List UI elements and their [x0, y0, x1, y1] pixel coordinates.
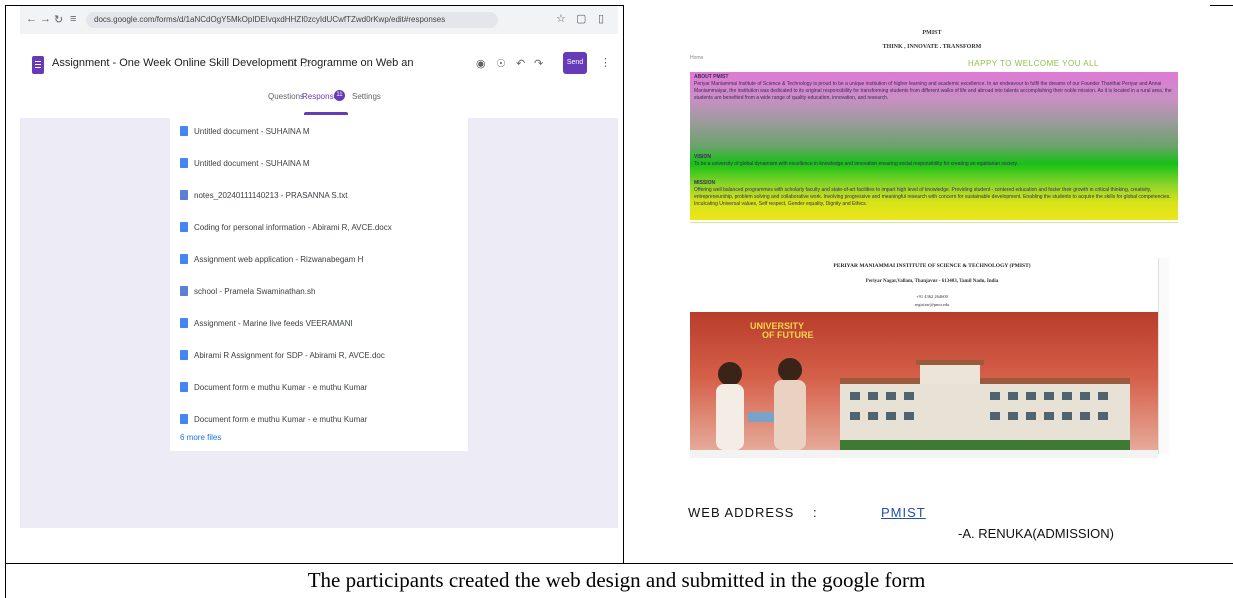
mission-section: MISSION Offering well balanced programme… — [694, 180, 1172, 208]
file-item[interactable]: Untitled document - SUHAINA M — [180, 123, 310, 139]
document-icon — [180, 126, 188, 136]
document-icon — [180, 350, 188, 360]
form-title[interactable]: Assignment - One Week Online Skill Devel… — [52, 57, 414, 69]
document-icon — [180, 382, 188, 392]
redo-icon[interactable]: ↷ — [534, 57, 543, 70]
about-section: ABOUT PMIST Periyar Maniammai Institute … — [694, 74, 1172, 102]
site-info-icon[interactable]: ≡ — [70, 13, 76, 25]
document-icon — [180, 158, 188, 168]
responses-count-badge: 11 — [334, 90, 345, 101]
more-options-icon[interactable]: ⋮ — [600, 56, 611, 69]
forward-icon[interactable]: → — [40, 13, 51, 25]
menu-icon[interactable]: ▯ — [598, 12, 604, 25]
star-outline-icon[interactable]: ☆ — [302, 57, 312, 70]
form-header: Assignment - One Week Online Skill Devel… — [20, 34, 618, 119]
scrollbar[interactable] — [1158, 258, 1169, 454]
web-address-label: WEB ADDRESS : — [688, 505, 818, 520]
palette-icon[interactable]: ◉ — [476, 57, 486, 70]
google-forms-icon — [32, 56, 44, 74]
site-name: PMIST — [922, 30, 942, 36]
section-divider — [690, 222, 1178, 223]
document-icon — [180, 414, 188, 424]
tab-questions[interactable]: Questions — [268, 92, 304, 101]
site-tagline: THINK , INNOVATE . TRANSFORM — [882, 44, 982, 50]
institute-email: registrar@pmu.edu — [914, 302, 950, 307]
folder-icon[interactable]: □ — [288, 57, 295, 69]
text-file-icon — [180, 286, 188, 296]
active-tab-indicator — [304, 112, 348, 115]
more-files-link[interactable]: 6 more files — [180, 433, 221, 442]
extensions-icon[interactable]: ▢ — [576, 12, 586, 25]
welcome-text: HAPPY TO WELCOME YOU ALL — [968, 59, 1100, 68]
about-text: Periyar Maniammai Institute of Science &… — [694, 81, 1172, 101]
mission-heading: MISSION — [694, 180, 716, 186]
browser-toolbar: ← → ↻ ≡ docs.google.com/forms/d/1aNCdOgY… — [20, 6, 618, 34]
about-heading: ABOUT PMIST — [694, 74, 729, 80]
document-icon — [180, 318, 188, 328]
mission-text: Offering well balanced programmes with s… — [694, 187, 1171, 207]
table-border-top-right — [1210, 5, 1233, 6]
vision-heading: VISION — [694, 154, 711, 160]
file-item[interactable]: Untitled document - SUHAINA M — [180, 155, 310, 171]
table-border-middle — [623, 5, 624, 563]
file-item[interactable]: Document form e muthu Kumar - e muthu Ku… — [180, 411, 367, 427]
vision-text: To be a university of global dynamism wi… — [694, 161, 1018, 167]
figure-caption: The participants created the web design … — [307, 568, 926, 592]
address-bar[interactable]: docs.google.com/forms/d/1aNCdOgY5MkOpIDE… — [86, 12, 498, 28]
preview-icon[interactable]: ☉ — [496, 57, 506, 70]
google-form-screenshot: ← → ↻ ≡ docs.google.com/forms/d/1aNCdOgY… — [20, 6, 618, 528]
reload-icon[interactable]: ↻ — [54, 13, 63, 26]
banner-logo-text: UNIVERSITY OF FUTURE — [750, 321, 814, 340]
file-item[interactable]: notes_20240111140213 - PRASANNA S.txt — [180, 187, 347, 203]
institute-name: PERIYAR MANIAMMAI INSTITUTE OF SCIENCE &… — [833, 263, 1031, 269]
file-item[interactable]: Coding for personal information - Abiram… — [180, 219, 392, 235]
institute-address: Periyar Nagar,Vallam, Thanjavur - 613403… — [865, 279, 999, 284]
file-upload-responses-card: Untitled document - SUHAINA M Untitled d… — [170, 118, 468, 451]
home-link[interactable]: Home — [690, 55, 703, 61]
undo-icon[interactable]: ↶ — [516, 57, 525, 70]
taskbar-strip — [690, 450, 1158, 458]
file-item[interactable]: Document form e muthu Kumar - e muthu Ku… — [180, 379, 367, 395]
web-address-link[interactable]: PMIST — [881, 505, 926, 520]
file-item[interactable]: school - Pramela Swaminathan.sh — [180, 283, 315, 299]
form-body: Untitled document - SUHAINA M Untitled d… — [20, 118, 618, 528]
file-item[interactable]: Assignment - Marine live feeds VEERAMANI — [180, 315, 353, 331]
text-file-icon — [180, 190, 188, 200]
file-item[interactable]: Assignment web application - Rizwanabega… — [180, 251, 363, 267]
send-button[interactable]: Send — [563, 52, 587, 74]
document-icon — [180, 254, 188, 264]
vision-section: VISION To be a university of global dyna… — [694, 154, 1172, 168]
file-item[interactable]: Abirami R Assignment for SDP - Abirami R… — [180, 347, 385, 363]
document-icon — [180, 222, 188, 232]
signature-text: -A. RENUKA(ADMISSION) — [958, 526, 1115, 541]
tab-settings[interactable]: Settings — [352, 92, 381, 101]
star-icon[interactable]: ☆ — [556, 12, 566, 25]
back-icon[interactable]: ← — [26, 13, 37, 25]
institute-phone: +91 4362 264600 — [916, 294, 948, 299]
university-banner-image: UNIVERSITY OF FUTURE — [690, 312, 1158, 458]
table-border-left — [5, 5, 6, 598]
table-border-row — [5, 563, 1233, 564]
web-design-screenshot: PMIST THINK , INNOVATE . TRANSFORM Home … — [638, 8, 1226, 548]
content-gradient-block: ABOUT PMIST Periyar Maniammai Institute … — [690, 72, 1178, 220]
